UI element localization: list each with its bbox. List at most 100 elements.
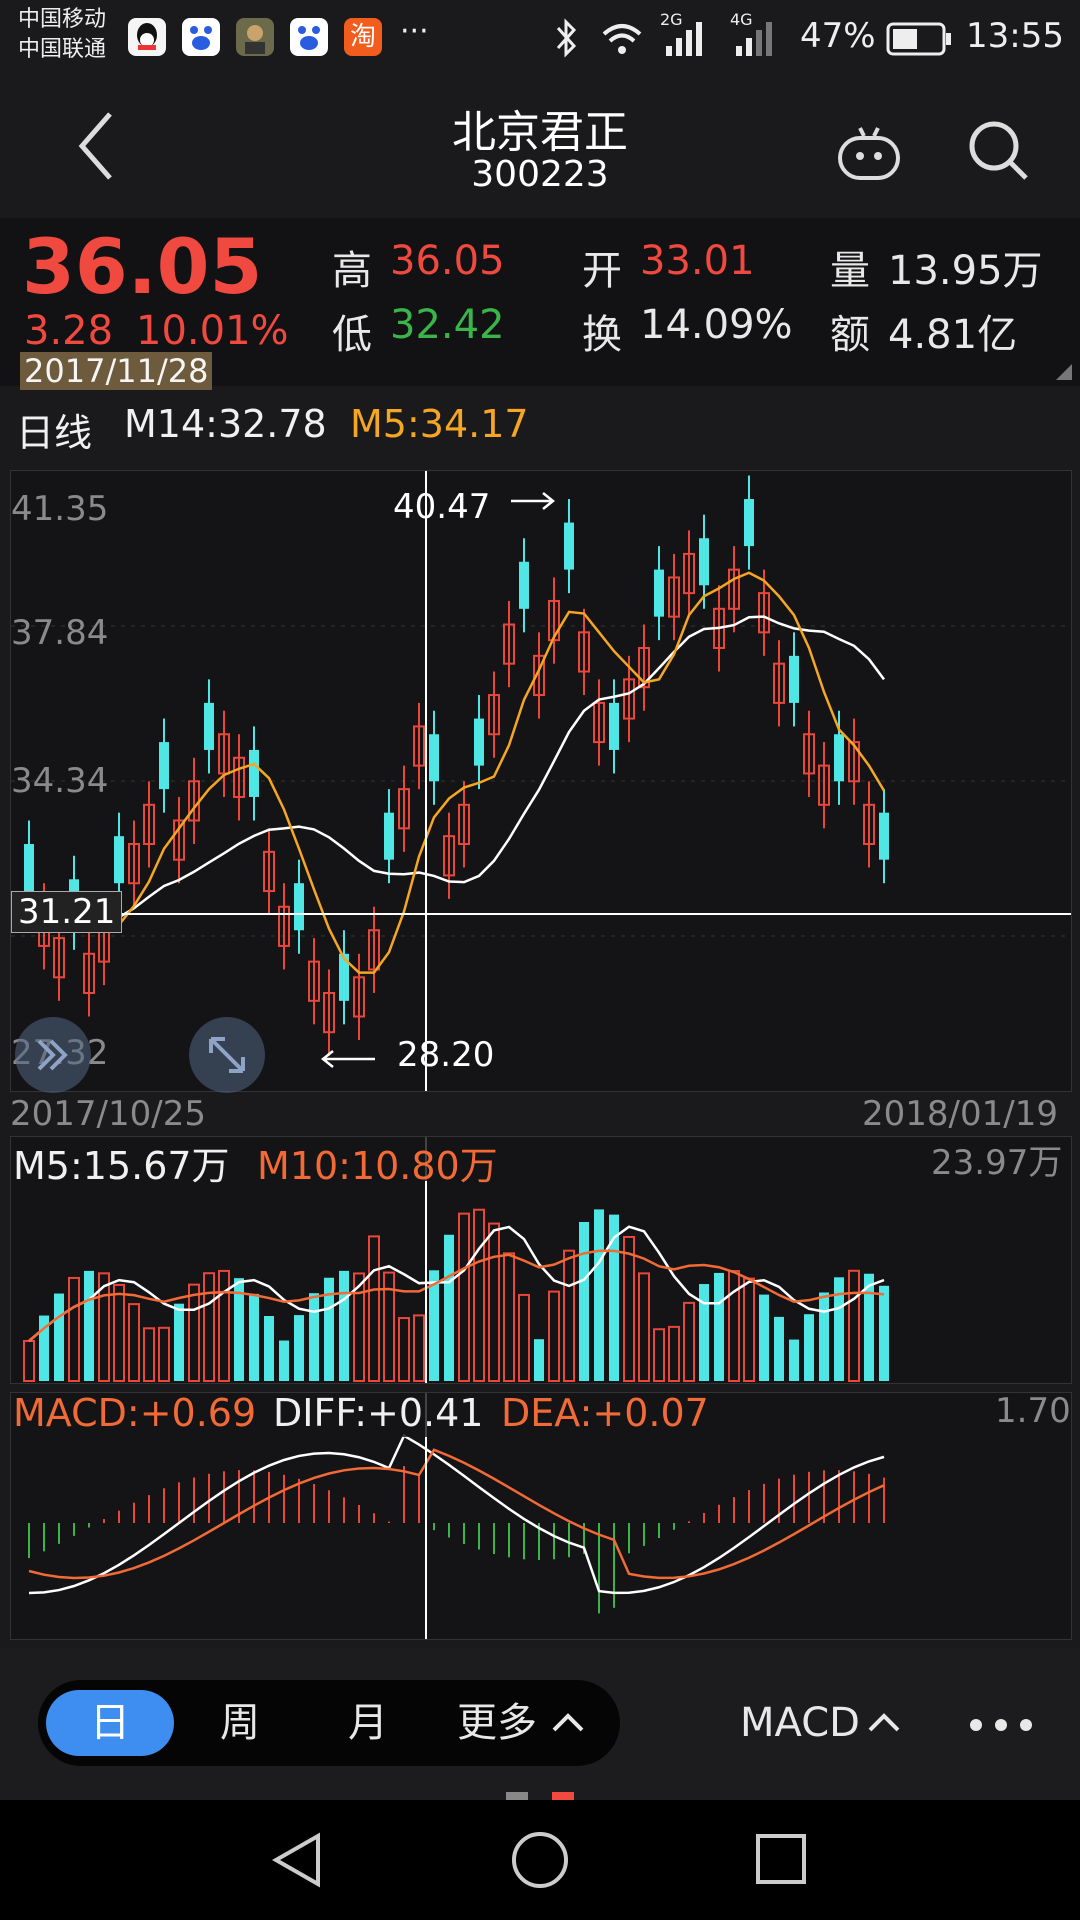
min-price-marker: 28.20 xyxy=(397,1035,495,1075)
indicator-chevron-up-icon[interactable] xyxy=(866,1704,902,1744)
game-app-icon xyxy=(236,18,274,56)
candle-body xyxy=(789,655,799,703)
volume-bar xyxy=(218,1269,230,1382)
candle-body xyxy=(474,718,484,766)
page-indicator-1 xyxy=(506,1792,528,1800)
candle-body xyxy=(249,749,259,797)
carrier-1: 中国移动 xyxy=(18,7,107,32)
indicator-selector[interactable]: MACD xyxy=(730,1686,870,1760)
stock-code: 300223 xyxy=(471,154,609,195)
signal-4g-icon xyxy=(732,18,780,62)
volume-label: 量 xyxy=(830,248,870,294)
current-price: 36.05 xyxy=(22,222,263,311)
turnover-value: 14.09% xyxy=(640,302,793,348)
volume-bar xyxy=(503,1252,515,1382)
y-axis-label-top: 41.35 xyxy=(11,489,109,529)
system-home-button[interactable] xyxy=(510,1830,570,1894)
expand-corner-icon[interactable] xyxy=(1054,362,1074,386)
volume-bar xyxy=(638,1272,650,1382)
carrier-2: 中国联通 xyxy=(18,37,107,62)
kline-chart[interactable]: 41.35 37.84 34.34 27.32 31.21 40.47 28.2… xyxy=(10,470,1072,1093)
volume-bar xyxy=(203,1272,215,1383)
volume-bar xyxy=(683,1301,695,1382)
amount-value: 4.81亿 xyxy=(888,312,1018,358)
triangle-back-icon xyxy=(271,1832,320,1888)
candle-body xyxy=(114,836,124,884)
system-back-button[interactable] xyxy=(268,1830,328,1894)
volume-bar xyxy=(653,1328,665,1383)
tab-month[interactable]: 月 xyxy=(306,1686,430,1760)
kline-period-label[interactable]: 日线 xyxy=(16,402,92,457)
volume-bar xyxy=(699,1284,709,1381)
volume-bar xyxy=(339,1270,349,1381)
volume-bar xyxy=(249,1293,259,1381)
baidu-icon-2 xyxy=(290,18,328,56)
volume-m10-line xyxy=(28,1249,885,1342)
assistant-robot-button[interactable] xyxy=(834,120,904,190)
volume-bar xyxy=(579,1221,589,1381)
candle-body xyxy=(564,522,574,570)
candle-body xyxy=(834,734,844,782)
volume-bar xyxy=(548,1290,560,1382)
macd-indicator: MACD:+0.69 xyxy=(13,1391,257,1435)
search-icon xyxy=(969,121,1028,180)
candle-body xyxy=(879,812,889,860)
volume-bar xyxy=(309,1293,319,1381)
volume-bar xyxy=(413,1314,425,1382)
chevron-up-icon[interactable] xyxy=(550,1704,586,1744)
tab-week[interactable]: 周 xyxy=(180,1686,300,1760)
price-change: 3.28 xyxy=(24,308,114,354)
volume-bar xyxy=(264,1315,274,1381)
taobao-icon: 淘 xyxy=(344,18,382,56)
more-options-icon[interactable] xyxy=(966,1710,1036,1744)
crosshair-price-label: 31.21 xyxy=(11,891,123,933)
volume-bar xyxy=(68,1276,80,1382)
volume-bar xyxy=(879,1285,889,1381)
volume-max-label: 23.97万 xyxy=(931,1143,1063,1183)
tab-more[interactable]: 更多 xyxy=(452,1686,542,1760)
volume-bar xyxy=(458,1212,470,1382)
macd-chart[interactable]: MACD:+0.69 DIFF:+0.41 DEA:+0.07 1.70 xyxy=(10,1391,1072,1640)
volume-bar xyxy=(743,1277,755,1382)
qq-icon xyxy=(128,18,166,56)
diff-indicator: DIFF:+0.41 xyxy=(273,1391,484,1435)
search-button[interactable] xyxy=(964,116,1034,186)
volume-bar xyxy=(279,1340,289,1381)
low-value: 32.42 xyxy=(390,302,505,348)
volume-bar xyxy=(158,1326,170,1382)
volume-bar xyxy=(113,1283,125,1382)
volume-bar xyxy=(188,1283,200,1382)
volume-bar xyxy=(534,1339,544,1381)
stock-name: 北京君正 xyxy=(452,107,628,158)
quote-date: 2017/11/28 xyxy=(20,352,213,390)
candle-body xyxy=(384,812,394,860)
candle-body xyxy=(24,844,34,892)
volume-bar xyxy=(473,1208,485,1382)
volume-bar xyxy=(518,1293,530,1382)
volume-bar xyxy=(623,1235,635,1382)
battery-icon xyxy=(886,22,952,60)
volume-bar xyxy=(23,1340,35,1382)
volume-value: 13.95万 xyxy=(888,248,1043,294)
system-recents-button[interactable] xyxy=(752,1830,812,1894)
scroll-left-button[interactable] xyxy=(15,1017,91,1093)
y-axis-label-2: 37.84 xyxy=(11,613,109,653)
date-start-label: 2017/10/25 xyxy=(10,1094,206,1134)
signal-2g-icon xyxy=(662,18,710,62)
y-axis-label-3: 34.34 xyxy=(11,761,109,801)
volume-bar xyxy=(789,1339,799,1381)
tab-day[interactable]: 日 xyxy=(46,1686,174,1760)
volume-bar xyxy=(819,1292,829,1381)
volume-bar xyxy=(294,1315,304,1381)
candle-body xyxy=(519,561,529,609)
candle-body xyxy=(294,883,304,931)
ma5-indicator: M5:34.17 xyxy=(350,402,529,446)
volume-chart[interactable]: M5:15.67万 M10:10.80万 23.97万 xyxy=(10,1136,1072,1384)
fullscreen-button[interactable] xyxy=(189,1017,265,1093)
clock: 13:55 xyxy=(966,16,1064,56)
candle-body xyxy=(654,569,664,617)
volume-bar xyxy=(444,1234,454,1381)
status-bar: 中国移动 中国联通 淘 ··· 2G 4G 47% 13:55 xyxy=(0,0,1080,76)
kline-chart-canvas[interactable] xyxy=(11,471,1071,1091)
max-price-marker: 40.47 xyxy=(393,487,491,527)
